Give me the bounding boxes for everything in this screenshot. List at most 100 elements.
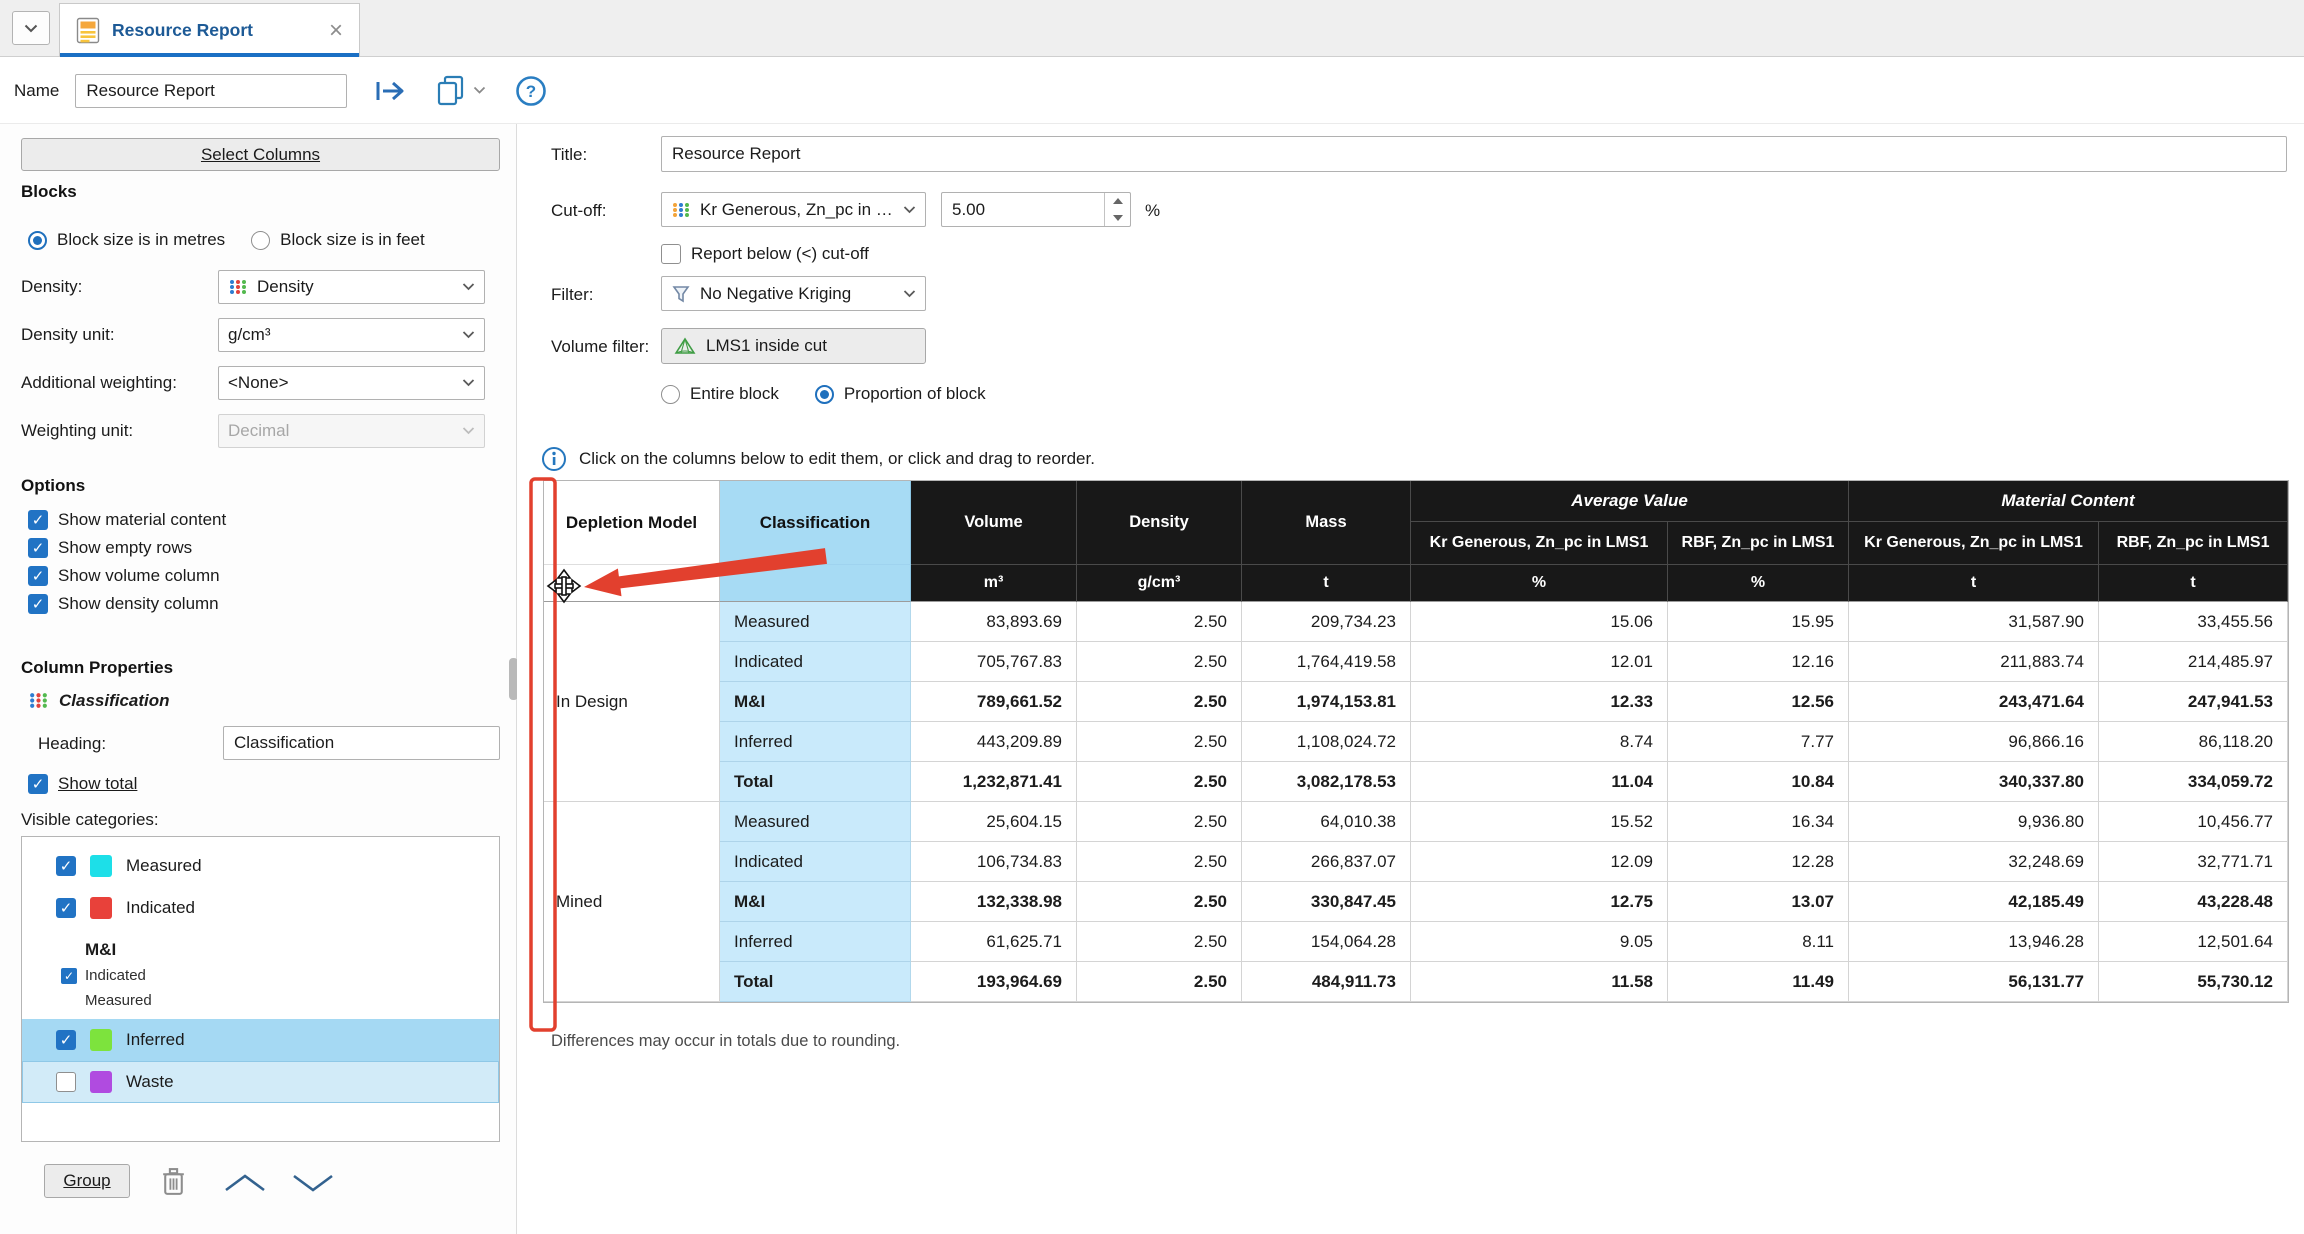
value-cell: 13,946.28 [1849, 922, 2099, 962]
classification-cell[interactable]: Measured [720, 802, 911, 842]
cutoff-amount-value[interactable]: 5.00 [942, 193, 1104, 226]
help-icon[interactable]: ? [514, 74, 548, 108]
value-cell: 11.04 [1411, 762, 1668, 802]
classification-cell[interactable]: Total [720, 962, 911, 1002]
list-item-current[interactable]: Waste [22, 1061, 499, 1103]
density-unit-label: Density unit: [21, 325, 115, 345]
column-header-rbf-avg[interactable]: RBF, Zn_pc in LMS1 [1668, 522, 1849, 565]
column-header-kr-content[interactable]: Kr Generous, Zn_pc in LMS1 [1849, 522, 2099, 565]
table-row: M&I132,338.982.50330,847.4512.7513.0742,… [544, 882, 2288, 922]
value-cell: 8.74 [1411, 722, 1668, 762]
info-text: Click on the columns below to edit them,… [579, 449, 1095, 469]
value-cell: 340,337.80 [1849, 762, 2099, 802]
tab-close-icon[interactable]: × [329, 19, 343, 43]
value-cell: 7.77 [1668, 722, 1849, 762]
value-cell: 2.50 [1077, 962, 1242, 1002]
report-below-checkbox[interactable] [661, 244, 681, 264]
weighting-unit-select: Decimal [218, 414, 485, 448]
value-cell: 55,730.12 [2099, 962, 2288, 1002]
column-header-kr-avg[interactable]: Kr Generous, Zn_pc in LMS1 [1411, 522, 1668, 565]
classification-cell[interactable]: Inferred [720, 922, 911, 962]
classification-cell[interactable]: M&I [720, 882, 911, 922]
value-cell: 789,661.52 [911, 682, 1077, 722]
select-columns-button[interactable]: Select Columns [21, 138, 500, 171]
report-below-row: Report below (<) cut-off [661, 244, 869, 264]
show-density-column-checkbox[interactable] [28, 594, 48, 614]
heading-input[interactable]: Classification [223, 726, 500, 760]
report-icon [76, 17, 100, 44]
table-row: Inferred443,209.892.501,108,024.728.747.… [544, 722, 2288, 762]
block-feet-radio[interactable] [251, 231, 270, 250]
column-header-depletion[interactable]: Depletion Model [544, 481, 720, 565]
column-header-rbf-content[interactable]: RBF, Zn_pc in LMS1 [2099, 522, 2288, 565]
proportion-radio[interactable] [815, 385, 834, 404]
column-header-classification[interactable]: Classification [720, 481, 911, 565]
classification-cell[interactable]: Inferred [720, 722, 911, 762]
tab-list-dropdown-button[interactable] [12, 11, 50, 45]
mi-sub-measured: Measured [22, 988, 499, 1013]
report-below-label: Report below (<) cut-off [691, 244, 869, 264]
list-item[interactable]: Measured [22, 845, 499, 887]
value-cell: 106,734.83 [911, 842, 1077, 882]
move-down-icon[interactable] [290, 1172, 336, 1194]
entire-block-radio[interactable] [661, 385, 680, 404]
selected-column-item: Classification [28, 690, 170, 711]
mi-indicated-checkbox[interactable] [61, 968, 77, 984]
value-cell: 132,338.98 [911, 882, 1077, 922]
indicated-checkbox[interactable] [56, 898, 76, 918]
filter-select[interactable]: No Negative Kriging [661, 276, 926, 311]
column-header-density[interactable]: Density [1077, 481, 1242, 565]
delete-icon[interactable] [160, 1166, 187, 1197]
block-size-radio-group: Block size is in metres Block size is in… [28, 230, 425, 250]
inferred-checkbox[interactable] [56, 1030, 76, 1050]
group-button[interactable]: Group [44, 1164, 130, 1198]
additional-weighting-label: Additional weighting: [21, 373, 177, 393]
density-select[interactable]: Density [218, 270, 485, 304]
show-total-checkbox[interactable] [28, 774, 48, 794]
title-input[interactable]: Resource Report [661, 136, 2287, 172]
value-cell: 11.58 [1411, 962, 1668, 1002]
show-empty-rows-checkbox[interactable] [28, 538, 48, 558]
density-unit-select[interactable]: g/cm³ [218, 318, 485, 352]
value-cell: 12.01 [1411, 642, 1668, 682]
list-item[interactable]: Indicated [22, 887, 499, 929]
value-cell: 484,911.73 [1242, 962, 1411, 1002]
group-header-material-content: Material Content [1849, 481, 2288, 522]
classification-cell[interactable]: M&I [720, 682, 911, 722]
spinner-up-icon[interactable] [1105, 193, 1130, 210]
name-input[interactable]: Resource Report [75, 74, 347, 108]
volume-filter-button[interactable]: LMS1 inside cut [661, 328, 926, 364]
list-item-selected[interactable]: Inferred [22, 1019, 499, 1061]
measured-checkbox[interactable] [56, 856, 76, 876]
show-volume-column-checkbox[interactable] [28, 566, 48, 586]
spinner-down-icon[interactable] [1105, 210, 1130, 227]
tab-resource-report[interactable]: Resource Report × [59, 3, 360, 57]
info-icon [541, 446, 567, 472]
value-cell: 43,228.48 [2099, 882, 2288, 922]
block-metres-radio[interactable] [28, 231, 47, 250]
mi-group-label[interactable]: M&I [22, 937, 499, 963]
move-up-icon[interactable] [222, 1172, 268, 1194]
cutoff-select[interactable]: Kr Generous, Zn_pc in … [661, 192, 926, 227]
value-cell: 1,108,024.72 [1242, 722, 1411, 762]
show-material-content-checkbox[interactable] [28, 510, 48, 530]
column-header-mass[interactable]: Mass [1242, 481, 1411, 565]
waste-checkbox[interactable] [56, 1072, 76, 1092]
classification-cell[interactable]: Indicated [720, 842, 911, 882]
value-cell: 443,209.89 [911, 722, 1077, 762]
unit-cell: t [1849, 565, 2099, 602]
value-cell: 11.49 [1668, 962, 1849, 1002]
options-heading: Options [21, 476, 85, 496]
select-columns-label: Select Columns [201, 145, 320, 165]
classification-cell[interactable]: Indicated [720, 642, 911, 682]
additional-weighting-select[interactable]: <None> [218, 366, 485, 400]
cutoff-amount-spinner[interactable]: 5.00 [941, 192, 1131, 227]
column-header-volume[interactable]: Volume [911, 481, 1077, 565]
spinner-arrows[interactable] [1104, 193, 1130, 226]
classification-cell[interactable]: Total [720, 762, 911, 802]
copy-options-chevron-icon[interactable] [473, 86, 486, 95]
classification-cell[interactable]: Measured [720, 602, 911, 642]
copy-icon[interactable] [435, 74, 466, 107]
export-icon[interactable] [373, 76, 409, 106]
table-row: Inferred61,625.712.50154,064.289.058.111… [544, 922, 2288, 962]
